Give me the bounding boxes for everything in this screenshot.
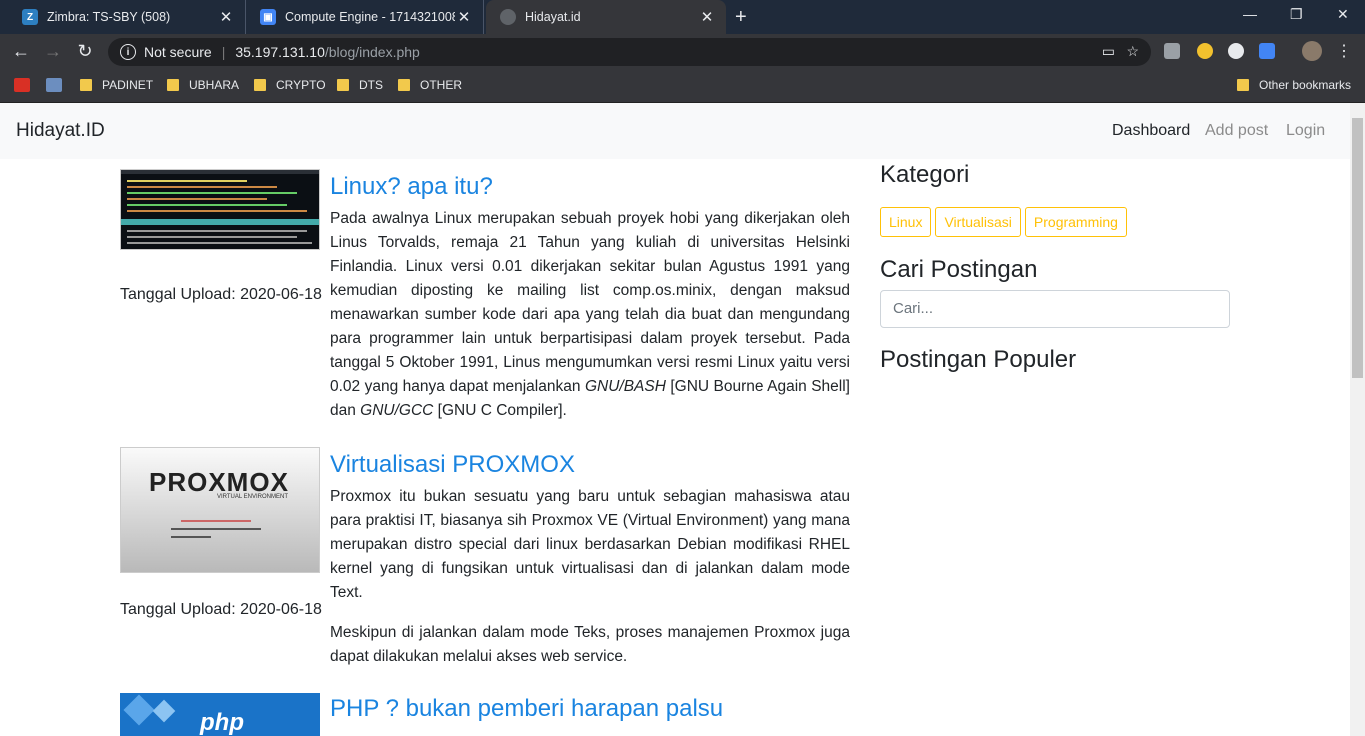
kategori-list: Linux Virtualisasi Programming: [880, 207, 1230, 237]
post-thumbnail[interactable]: [120, 169, 320, 250]
post-excerpt: Proxmox itu bukan sesuatu yang baru untu…: [330, 488, 850, 601]
folder-icon: [254, 79, 266, 91]
forward-arrow-icon[interactable]: →: [42, 41, 64, 62]
new-tab-plus-icon[interactable]: +: [735, 6, 747, 29]
bookmark-label: CRYPTO: [276, 78, 326, 92]
bookmark-label: OTHER: [420, 78, 462, 92]
avatar[interactable]: [1302, 41, 1322, 61]
bookmark-label: Other bookmarks: [1259, 78, 1352, 92]
zimbra-icon: Z: [22, 9, 38, 25]
post-upload-date: Tanggal Upload: 2020-06-18: [120, 286, 322, 303]
nav-dashboard[interactable]: Dashboard: [1112, 122, 1190, 140]
bookmark-folder-dts[interactable]: DTS: [337, 78, 383, 92]
tab-hidayat[interactable]: Hidayat.id ✕: [486, 0, 726, 34]
search-input[interactable]: Cari...: [880, 290, 1230, 328]
bookmark-label: DTS: [359, 78, 383, 92]
tab-title: Compute Engine - 1714321008 C: [285, 10, 455, 24]
minimize-icon[interactable]: —: [1243, 6, 1257, 22]
bookmark-flag-icon[interactable]: [14, 78, 30, 92]
close-icon[interactable]: ✕: [698, 8, 716, 26]
popular-heading: Postingan Populer: [880, 346, 1077, 373]
bookmark-site-icon[interactable]: [46, 78, 62, 92]
kategori-badge[interactable]: Linux: [880, 207, 932, 237]
post-title[interactable]: Linux? apa itu?: [330, 173, 493, 201]
bookmark-folder-crypto[interactable]: CRYPTO: [254, 78, 326, 92]
tab-compute-engine[interactable]: ▣ Compute Engine - 1714321008 C ✕: [246, 0, 484, 34]
nav-login[interactable]: Login: [1286, 122, 1325, 140]
bookmark-folder-other[interactable]: OTHER: [398, 78, 462, 92]
excerpt-text: [GNU C Compiler].: [433, 402, 567, 419]
post-title[interactable]: PHP ? bukan pemberi harapan palsu: [330, 695, 723, 723]
security-label: Not secure: [144, 44, 212, 60]
extension-icon[interactable]: [1197, 43, 1213, 59]
extension-icon[interactable]: [1164, 43, 1180, 59]
kategori-heading: Kategori: [880, 161, 970, 188]
gcp-icon: ▣: [260, 9, 276, 25]
bookmark-folder-padinet[interactable]: PADINET: [80, 78, 153, 92]
url-host: 35.197.131.10: [235, 44, 325, 60]
bookmark-label: PADINET: [102, 78, 154, 92]
omnibox-separator: |: [221, 44, 226, 60]
window-close-icon[interactable]: ✕: [1337, 6, 1349, 23]
url-path: /blog/index.php: [324, 44, 420, 60]
tab-title: Zimbra: TS-SBY (508): [47, 10, 171, 24]
reload-icon[interactable]: ↻: [74, 41, 96, 62]
post-upload-date: Tanggal Upload: 2020-06-18: [120, 601, 322, 618]
menu-dots-icon[interactable]: ⋮: [1333, 41, 1355, 61]
folder-icon: [80, 79, 92, 91]
translate-icon[interactable]: [1259, 43, 1275, 59]
page-viewport: Hidayat.ID Dashboard Add post Login Tang…: [0, 103, 1350, 736]
post-excerpt: Meskipun di jalankan dalam mode Teks, pr…: [330, 624, 850, 665]
search-heading: Cari Postingan: [880, 256, 1038, 283]
folder-icon: [337, 79, 349, 91]
kategori-badge[interactable]: Programming: [1024, 207, 1127, 237]
site-navbar: Hidayat.ID Dashboard Add post Login: [0, 103, 1350, 159]
close-icon[interactable]: ✕: [455, 8, 473, 26]
other-bookmarks[interactable]: Other bookmarks: [1237, 78, 1351, 92]
folder-icon: [167, 79, 179, 91]
bookmark-star-icon[interactable]: ☆: [1126, 43, 1139, 60]
folder-icon: [398, 79, 410, 91]
post-thumbnail[interactable]: php: [120, 693, 320, 736]
kategori-badge[interactable]: Virtualisasi: [935, 207, 1021, 237]
tab-zimbra[interactable]: Z Zimbra: TS-SBY (508) ✕: [8, 0, 246, 34]
bookmark-folder-ubhara[interactable]: UBHARA: [167, 78, 239, 92]
maximize-icon[interactable]: ❐: [1290, 6, 1303, 23]
bookmark-label: UBHARA: [189, 78, 240, 92]
bookmarks-bar: PADINET UBHARA CRYPTO DTS OTHER Other bo…: [0, 70, 1365, 103]
page-scrollbar[interactable]: [1350, 103, 1365, 736]
globe-icon: [500, 9, 516, 25]
site-brand[interactable]: Hidayat.ID: [16, 120, 105, 142]
folder-icon: [1237, 79, 1249, 91]
excerpt-text: Pada awalnya Linux merupakan sebuah proy…: [330, 210, 850, 395]
scrollbar-thumb[interactable]: [1352, 118, 1363, 378]
post-title[interactable]: Virtualisasi PROXMOX: [330, 451, 575, 479]
excerpt-emphasis: GNU/BASH: [584, 378, 666, 395]
post-excerpt: Pada awalnya Linux merupakan sebuah proy…: [330, 207, 850, 423]
extension-icon[interactable]: [1228, 43, 1244, 59]
excerpt-emphasis: GNU/GCC: [360, 402, 434, 419]
post-thumbnail[interactable]: PROXMOX VIRTUAL ENVIRONMENT: [120, 447, 320, 573]
back-arrow-icon[interactable]: ←: [10, 41, 32, 62]
php-logo: php: [200, 709, 244, 736]
nav-add-post[interactable]: Add post: [1205, 122, 1268, 140]
cast-icon[interactable]: ▭: [1102, 43, 1115, 60]
address-bar[interactable]: i Not secure | 35.197.131.10/blog/index.…: [108, 38, 1151, 66]
tab-title: Hidayat.id: [525, 10, 581, 24]
close-icon[interactable]: ✕: [217, 8, 235, 26]
browser-toolbar: ← → ↻ i Not secure | 35.197.131.10/blog/…: [0, 34, 1365, 70]
proxmox-logo-sub: VIRTUAL ENVIRONMENT: [217, 494, 289, 500]
browser-tab-strip: Z Zimbra: TS-SBY (508) ✕ ▣ Compute Engin…: [0, 0, 1365, 34]
info-icon[interactable]: i: [120, 44, 136, 60]
